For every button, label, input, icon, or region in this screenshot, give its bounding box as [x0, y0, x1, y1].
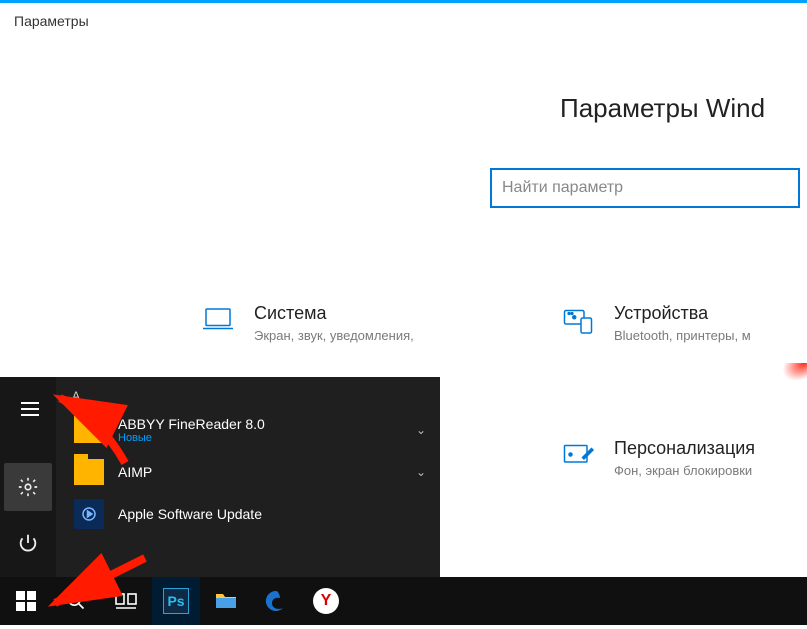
file-explorer-button[interactable]: [202, 577, 250, 625]
window-titlebar: Параметры: [0, 3, 807, 39]
app-label: Apple Software Update: [118, 506, 262, 522]
category-subtitle: Экран, звук, уведомления,: [254, 328, 414, 343]
start-menu: A ABBYY FineReader 8.0 Новые ⌄ AIMP ⌄ Ap…: [0, 377, 440, 577]
new-badge: Новые: [118, 432, 265, 444]
search-input[interactable]: [492, 170, 798, 206]
folder-icon: [74, 459, 104, 485]
devices-icon: [560, 303, 596, 339]
page-title: Параметры Wind: [560, 93, 765, 124]
apple-update-icon: [74, 499, 104, 529]
app-label: ABBYY FineReader 8.0: [118, 416, 265, 432]
folder-icon: [214, 591, 238, 611]
yandex-browser-button[interactable]: Y: [302, 577, 350, 625]
start-button[interactable]: [2, 577, 50, 625]
search-taskbar-button[interactable]: [52, 577, 100, 625]
category-devices[interactable]: Устройства Bluetooth, принтеры, м: [560, 303, 751, 343]
category-title: Устройства: [614, 303, 751, 324]
start-app-apple-update[interactable]: Apple Software Update: [68, 493, 440, 535]
category-title: Система: [254, 303, 414, 324]
edge-browser-button[interactable]: [252, 577, 300, 625]
brush-icon: [560, 438, 596, 474]
category-subtitle: Фон, экран блокировки: [614, 463, 755, 478]
task-view-button[interactable]: [102, 577, 150, 625]
laptop-icon: [200, 303, 236, 339]
category-system[interactable]: Система Экран, звук, уведомления,: [200, 303, 414, 343]
category-title: Персонализация: [614, 438, 755, 459]
red-highlight-annotation: [776, 363, 807, 381]
start-app-aimp[interactable]: AIMP ⌄: [68, 451, 440, 493]
chevron-down-icon: ⌄: [416, 465, 426, 479]
app-list-section-heading: A: [72, 389, 440, 403]
search-box[interactable]: [490, 168, 800, 208]
settings-button[interactable]: [4, 463, 52, 511]
start-menu-sidebar: [0, 377, 56, 577]
folder-icon: [74, 417, 104, 443]
photoshop-taskbar-button[interactable]: Ps: [152, 577, 200, 625]
category-subtitle: Bluetooth, принтеры, м: [614, 328, 751, 343]
chevron-down-icon: ⌄: [416, 423, 426, 437]
window-title: Параметры: [14, 13, 89, 29]
app-label: AIMP: [118, 464, 152, 480]
yandex-icon: Y: [313, 588, 339, 614]
power-button[interactable]: [4, 519, 52, 567]
edge-icon: [264, 589, 288, 613]
hamburger-icon[interactable]: [6, 385, 54, 433]
start-menu-app-list: A ABBYY FineReader 8.0 Новые ⌄ AIMP ⌄ Ap…: [56, 377, 440, 577]
category-personalization[interactable]: Персонализация Фон, экран блокировки: [560, 438, 755, 478]
start-app-abbyy[interactable]: ABBYY FineReader 8.0 Новые ⌄: [68, 409, 440, 451]
photoshop-icon: Ps: [163, 588, 189, 614]
taskbar: Ps Y: [0, 577, 807, 625]
